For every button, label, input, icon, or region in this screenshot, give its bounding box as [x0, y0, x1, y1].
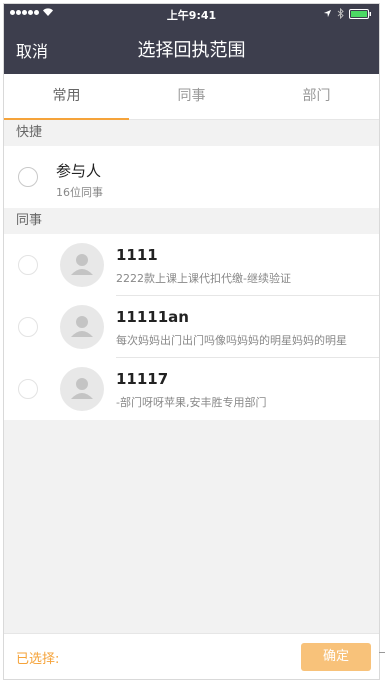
- nav-bar: 取消 选择回执范围: [4, 24, 379, 74]
- radio-button[interactable]: [18, 379, 38, 399]
- bluetooth-icon: [337, 8, 344, 19]
- list-item-participants[interactable]: 参与人 16位同事: [4, 146, 379, 208]
- person-avatar-icon: [60, 243, 104, 287]
- tab-departments[interactable]: 部门: [254, 74, 379, 119]
- list-item-title: 参与人: [56, 162, 102, 180]
- battery-icon: [349, 8, 371, 19]
- radio-button[interactable]: [18, 317, 38, 337]
- person-avatar-icon: [60, 367, 104, 411]
- colleague-name: 11111an: [116, 308, 189, 326]
- radio-button[interactable]: [18, 255, 38, 275]
- colleague-department: 每次妈妈出门出门吗像吗妈妈的明星妈妈的明星: [116, 334, 347, 347]
- tab-bar: 常用 同事 部门: [4, 74, 379, 120]
- status-bar: 上午9:41: [4, 4, 379, 24]
- page-title: 选择回执范围: [137, 40, 246, 61]
- colleague-row[interactable]: 11111an 每次妈妈出门出门吗像吗妈妈的明星妈妈的明星: [4, 296, 379, 358]
- edge-tick: [379, 652, 385, 653]
- colleague-row[interactable]: 1111 2222款上课上课代扣代缴-继续验证: [4, 234, 379, 296]
- tab-frequent[interactable]: 常用: [4, 74, 129, 120]
- colleague-department: -部门呀呀苹果,安丰胜专用部门: [116, 396, 267, 409]
- colleague-department: 2222款上课上课代扣代缴-继续验证: [116, 272, 291, 285]
- bottom-bar: 已选择: 确定: [4, 633, 379, 679]
- section-header-colleagues: 同事: [4, 208, 379, 234]
- colleague-name: 1111: [116, 246, 158, 264]
- confirm-button[interactable]: 确定: [301, 643, 371, 671]
- tab-colleagues[interactable]: 同事: [129, 74, 254, 119]
- location-arrow-icon: [323, 9, 332, 18]
- colleague-name: 11117: [116, 370, 169, 388]
- radio-button[interactable]: [18, 167, 38, 187]
- app-frame: 上午9:41 取消 选择回执范围 常用 同事 部门 快捷 参与人 16位同事 同…: [3, 3, 380, 680]
- list-item-subtitle: 16位同事: [56, 186, 103, 199]
- colleague-row[interactable]: 11117 -部门呀呀苹果,安丰胜专用部门: [4, 358, 379, 420]
- section-header-shortcut: 快捷: [4, 120, 379, 146]
- selected-label: 已选择:: [16, 652, 60, 667]
- person-avatar-icon: [60, 305, 104, 349]
- status-right: [323, 8, 373, 19]
